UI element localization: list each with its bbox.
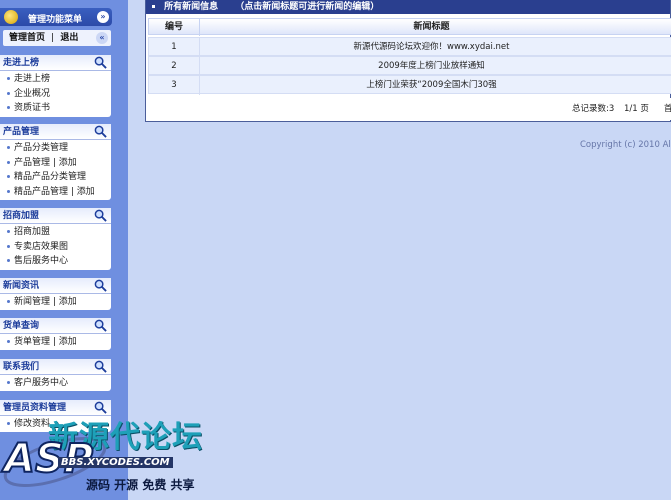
menu-group-franchise: 招商加盟 招商加盟 专卖店效果图 售后服务中心 <box>0 208 111 270</box>
magnifier-icon <box>94 319 107 332</box>
menu-item[interactable]: 售后服务中心 <box>0 254 111 269</box>
menu-group-about: 走进上榜 走进上榜 企业概况 资质证书 <box>0 55 111 117</box>
row-number: 2 <box>171 61 177 71</box>
top-links: 管理首页 | 退出 « <box>3 30 111 46</box>
menu-item[interactable]: 走进上榜 <box>0 72 111 87</box>
menu-group-title[interactable]: 产品管理 <box>0 124 111 140</box>
panel-title: 所有新闻信息 <box>164 2 219 12</box>
menu-item[interactable]: 招商加盟 <box>0 225 111 240</box>
magnifier-icon <box>94 360 107 373</box>
magnifier-icon <box>94 279 107 292</box>
menu-item[interactable]: 专卖店效果图 <box>0 240 111 255</box>
menu-item[interactable]: 精品产品管理 | 添加 <box>0 185 111 200</box>
news-title-link[interactable]: 上榜门业荣获“2009全国木门30强 <box>199 76 663 95</box>
news-panel: 所有新闻信息 （点击新闻标题可进行新闻的编辑） 编号 新闻标题 1 新源代源码论… <box>145 0 671 122</box>
add-link[interactable]: 添加 <box>77 187 95 197</box>
magnifier-icon <box>94 56 107 69</box>
menu-group-title[interactable]: 货单查询 <box>0 318 111 334</box>
table-header: 编号 新闻标题 <box>148 18 671 36</box>
menu-item[interactable]: 产品管理 | 添加 <box>0 156 111 171</box>
menu-group-title[interactable]: 新闻资讯 <box>0 278 111 294</box>
magnifier-icon <box>94 125 107 138</box>
total-records: 总记录数:3 <box>572 104 615 114</box>
copyright: Copyright (c) 2010 All <box>580 140 671 150</box>
column-header-title: 新闻标题 <box>199 19 663 36</box>
menu-group-news: 新闻资讯 新闻管理 | 添加 <box>0 278 111 310</box>
panel-hint: （点击新闻标题可进行新闻的编辑） <box>235 2 380 12</box>
pagination-bar: 总记录数:3 1/1 页 首页 <box>148 98 671 120</box>
watermark-logo: 新源代论坛 ASP BBS.XYCODES.COM 源码 开源 免费 共享 <box>0 410 210 500</box>
menu-group-contact: 联系我们 客户服务中心 <box>0 359 111 391</box>
column-header-no: 编号 <box>164 22 183 32</box>
menu-header-title: 管理功能菜单 <box>28 15 83 25</box>
menu-item[interactable]: 产品分类管理 <box>0 141 111 156</box>
first-page-link[interactable]: 首页 <box>664 98 671 120</box>
row-number: 3 <box>171 80 177 90</box>
link-separator: | <box>51 33 55 43</box>
menu-group-products: 产品管理 产品分类管理 产品管理 | 添加 精品产品分类管理 精品产品管理 | … <box>0 124 111 200</box>
menu-group-title[interactable]: 联系我们 <box>0 359 111 375</box>
menu-item[interactable]: 新闻管理 | 添加 <box>0 295 111 310</box>
table-row: 1 新源代源码论坛欢迎你！www.xydai.net <box>148 37 671 57</box>
table-row: 3 上榜门业荣获“2009全国木门30强 <box>148 75 671 95</box>
menu-group-title[interactable]: 招商加盟 <box>0 208 111 224</box>
row-number: 1 <box>171 42 177 52</box>
menu-item[interactable]: 客户服务中心 <box>0 376 111 391</box>
collapse-all-icon[interactable]: » <box>97 11 109 23</box>
menu-item[interactable]: 企业概况 <box>0 87 111 102</box>
add-link[interactable]: 添加 <box>59 158 77 168</box>
bullet-icon <box>152 5 155 8</box>
news-title-link[interactable]: 新源代源码论坛欢迎你！www.xydai.net <box>199 38 663 57</box>
collapse-sidebar-icon[interactable]: « <box>96 32 108 44</box>
menu-group-orders: 货单查询 货单管理 | 添加 <box>0 318 111 350</box>
watermark-url: BBS.XYCODES.COM <box>58 457 173 468</box>
menu-item[interactable]: 货单管理 | 添加 <box>0 335 111 350</box>
panel-header: 所有新闻信息 （点击新闻标题可进行新闻的编辑） <box>146 0 670 14</box>
add-link[interactable]: 添加 <box>59 337 77 347</box>
page-indicator: 1/1 页 <box>624 104 649 114</box>
magnifier-icon <box>94 209 107 222</box>
logout-link[interactable]: 退出 <box>60 33 78 43</box>
news-title-link[interactable]: 2009年度上榜门业放样通知 <box>199 57 663 76</box>
table-row: 2 2009年度上榜门业放样通知 <box>148 56 671 76</box>
watermark-slogan: 源码 开源 免费 共享 <box>86 478 195 492</box>
menu-group-title[interactable]: 走进上榜 <box>0 55 111 71</box>
add-link[interactable]: 添加 <box>59 297 77 307</box>
admin-home-link[interactable]: 管理首页 <box>9 33 45 43</box>
menu-item[interactable]: 资质证书 <box>0 101 111 116</box>
brush-icon <box>4 10 18 24</box>
menu-header: 管理功能菜单 » <box>0 8 112 26</box>
menu-item[interactable]: 精品产品分类管理 <box>0 170 111 185</box>
